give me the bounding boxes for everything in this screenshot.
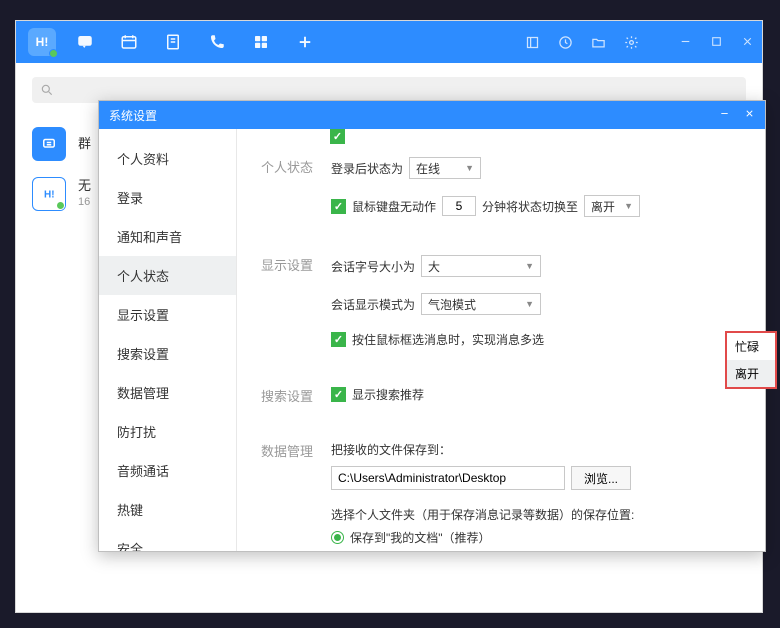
path-row: 浏览... <box>331 466 741 490</box>
status-dropdown-popup: 忙碌 离开 <box>725 331 777 389</box>
history-icon[interactable] <box>558 35 573 50</box>
login-status-select[interactable]: 在线▼ <box>409 157 481 179</box>
status-online-dot <box>56 201 65 210</box>
nav-login[interactable]: 登录 <box>99 178 236 217</box>
font-size-select[interactable]: 大▼ <box>421 255 541 277</box>
window-controls <box>679 35 754 50</box>
drag-checkbox[interactable]: ✓ <box>331 332 346 347</box>
login-status-row: 登录后状态为 在线▼ <box>331 157 741 179</box>
status-online-dot <box>49 49 58 58</box>
add-tab-icon[interactable] <box>296 33 314 51</box>
label: 分钟将状态切换至 <box>482 198 578 215</box>
caret-down-icon: ▼ <box>519 261 534 271</box>
section-search: 搜索设置 ✓ 显示搜索推荐 <box>261 386 741 419</box>
nav-audio[interactable]: 音频通话 <box>99 451 236 490</box>
settings-body: 个人资料 登录 通知和声音 个人状态 显示设置 搜索设置 数据管理 防打扰 音频… <box>99 129 765 551</box>
settings-content: ✓ 个人状态 登录后状态为 在线▼ ✓ 鼠标键盘无动作 分钟将状态切 <box>237 129 765 551</box>
settings-window: 系统设置 个人资料 登录 通知和声音 个人状态 显示设置 搜索设置 数据管理 防… <box>98 100 766 552</box>
section-status: 个人状态 登录后状态为 在线▼ ✓ 鼠标键盘无动作 分钟将状态切换至 <box>261 157 741 233</box>
drag-select-row: ✓ 按住鼠标框选消息时，实现消息多选 <box>331 331 741 348</box>
maximize-icon[interactable] <box>710 35 723 50</box>
header-bar: H! <box>16 21 762 63</box>
label: 鼠标键盘无动作 <box>352 198 436 215</box>
nav-display[interactable]: 显示设置 <box>99 295 236 334</box>
dropdown-option-busy[interactable]: 忙碌 <box>727 333 775 360</box>
header-nav-tabs <box>76 33 314 51</box>
partial-visible-row: ✓ <box>330 129 345 144</box>
save-path-input[interactable] <box>331 466 565 490</box>
screenshot-icon[interactable] <box>525 35 540 50</box>
section-header: 数据管理 <box>261 441 331 551</box>
header-right-icons <box>525 35 754 50</box>
contact-name: 群 <box>78 136 91 153</box>
idle-status-row: ✓ 鼠标键盘无动作 分钟将状态切换至 离开▼ <box>331 195 741 217</box>
apps-tab-icon[interactable] <box>252 33 270 51</box>
avatar-badge: H! <box>36 35 49 49</box>
folder-label-row: 选择个人文件夹（用于保存消息记录等数据）的保存位置: <box>331 506 741 523</box>
radio-row: 保存到"我的文档"（推荐） <box>331 529 741 546</box>
section-header: 个人状态 <box>261 157 331 233</box>
section-display: 显示设置 会话字号大小为 大▼ 会话显示模式为 气泡模式▼ <box>261 255 741 364</box>
label: 会话显示模式为 <box>331 296 415 313</box>
label: 登录后状态为 <box>331 160 403 177</box>
save-docs-radio[interactable] <box>331 531 344 544</box>
display-mode-select[interactable]: 气泡模式▼ <box>421 293 541 315</box>
label: 会话字号大小为 <box>331 258 415 275</box>
dropdown-option-away[interactable]: 离开 <box>727 360 775 387</box>
display-mode-row: 会话显示模式为 气泡模式▼ <box>331 293 741 315</box>
label: 把接收的文件保存到： <box>331 441 451 458</box>
svg-text:H!: H! <box>44 189 55 200</box>
notes-tab-icon[interactable] <box>164 33 182 51</box>
label: 选择个人文件夹（用于保存消息记录等数据）的保存位置: <box>331 506 634 523</box>
close-icon[interactable] <box>744 108 755 122</box>
settings-window-controls <box>719 108 755 122</box>
label: 按住鼠标框选消息时，实现消息多选 <box>352 331 544 348</box>
user-avatar[interactable]: H! <box>28 28 56 56</box>
search-rec-checkbox[interactable]: ✓ <box>331 387 346 402</box>
nav-status[interactable]: 个人状态 <box>99 256 236 295</box>
folder-icon[interactable] <box>591 35 606 50</box>
phone-tab-icon[interactable] <box>208 33 226 51</box>
section-header: 显示设置 <box>261 255 331 364</box>
calendar-tab-icon[interactable] <box>120 33 138 51</box>
caret-down-icon: ▼ <box>459 163 474 173</box>
close-icon[interactable] <box>741 35 754 50</box>
contact-avatar-icon: H! <box>32 177 66 211</box>
nav-security[interactable]: 安全 <box>99 529 236 551</box>
search-icon <box>40 83 54 97</box>
contact-name: 无 <box>78 178 91 195</box>
contact-sub: 16 <box>78 195 91 209</box>
nav-data[interactable]: 数据管理 <box>99 373 236 412</box>
settings-nav: 个人资料 登录 通知和声音 个人状态 显示设置 搜索设置 数据管理 防打扰 音频… <box>99 129 237 551</box>
nav-search[interactable]: 搜索设置 <box>99 334 236 373</box>
section-data: 数据管理 把接收的文件保存到： 浏览... 选择个人文件夹（用于保存消息记录等数… <box>261 441 741 551</box>
caret-down-icon: ▼ <box>618 201 633 211</box>
idle-checkbox[interactable]: ✓ <box>331 199 346 214</box>
browse-button[interactable]: 浏览... <box>571 466 631 490</box>
caret-down-icon: ▼ <box>519 299 534 309</box>
nav-dnd[interactable]: 防打扰 <box>99 412 236 451</box>
settings-titlebar[interactable]: 系统设置 <box>99 101 765 129</box>
nav-profile[interactable]: 个人资料 <box>99 139 236 178</box>
label: 保存到"我的文档"（推荐） <box>350 529 491 546</box>
save-to-label-row: 把接收的文件保存到： <box>331 441 741 458</box>
nav-hotkeys[interactable]: 热键 <box>99 490 236 529</box>
section-header: 搜索设置 <box>261 386 331 419</box>
font-size-row: 会话字号大小为 大▼ <box>331 255 741 277</box>
nav-notifications[interactable]: 通知和声音 <box>99 217 236 256</box>
label: 显示搜索推荐 <box>352 386 424 403</box>
settings-title-text: 系统设置 <box>109 107 157 124</box>
search-rec-row: ✓ 显示搜索推荐 <box>331 386 741 403</box>
minimize-icon[interactable] <box>719 108 730 122</box>
group-avatar-icon <box>32 127 66 161</box>
checkbox-checked-icon[interactable]: ✓ <box>330 129 345 144</box>
gear-icon[interactable] <box>624 35 639 50</box>
minimize-icon[interactable] <box>679 35 692 50</box>
idle-minutes-input[interactable] <box>442 196 476 216</box>
idle-status-select[interactable]: 离开▼ <box>584 195 640 217</box>
chat-tab-icon[interactable] <box>76 33 94 51</box>
